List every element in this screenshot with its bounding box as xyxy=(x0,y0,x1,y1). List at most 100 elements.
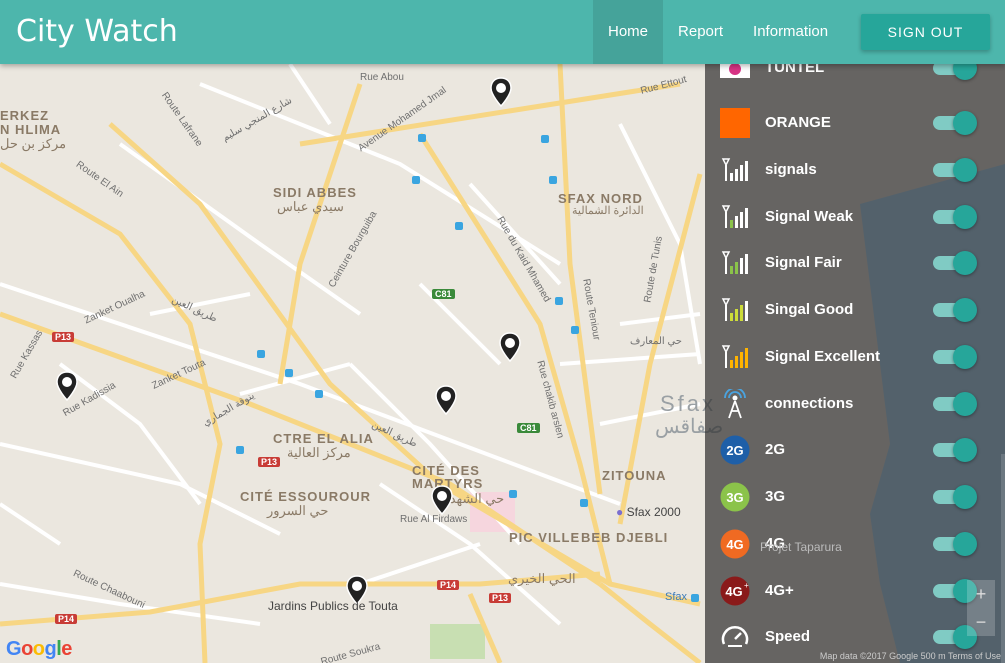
filter-toggle-signals[interactable] xyxy=(933,158,977,182)
zoom-in-button[interactable]: + xyxy=(967,580,995,608)
3g-icon: 3G xyxy=(720,482,750,512)
svg-text:2G: 2G xyxy=(726,443,743,458)
bus-stop-icon xyxy=(455,222,463,230)
map-marker-icon[interactable] xyxy=(431,485,453,515)
map-area-label-arabic: حي السرور xyxy=(267,503,329,518)
map-zoom-control: + − xyxy=(967,580,995,636)
filter-row-4g-plus: 4G + 4G+ xyxy=(705,571,1005,611)
toggle-knob xyxy=(953,205,977,229)
filter-toggle-signal-fair[interactable] xyxy=(933,251,977,275)
map-attribution[interactable]: Map data ©2017 Google 500 m Terms of Use xyxy=(820,651,1001,661)
filter-row-signal-excellent: Signal Excellent xyxy=(705,337,1005,377)
filter-label: Signal Excellent xyxy=(765,348,881,365)
road-badge: P13 xyxy=(489,593,512,603)
bus-stop-icon xyxy=(555,297,563,305)
map-area-label-arabic: سيدي عباس xyxy=(277,199,344,214)
filter-toggle-connections[interactable] xyxy=(933,392,977,416)
signal-fair-icon xyxy=(721,251,748,274)
filter-label: signals xyxy=(765,161,817,178)
filter-label: TUNTEL xyxy=(765,64,825,76)
poi-label: Sfax xyxy=(665,591,688,603)
bus-stop-icon xyxy=(315,390,323,398)
filter-label: 4G+ xyxy=(765,582,794,599)
filter-label: 3G xyxy=(765,488,786,505)
bus-stop-icon xyxy=(257,350,265,358)
filter-label: Singal Good xyxy=(765,301,854,318)
filter-label: Signal Fair xyxy=(765,254,842,271)
bus-stop-icon xyxy=(580,499,588,507)
top-navbar: City Watch Home Report Information SIGN … xyxy=(0,0,1005,64)
map-marker-icon[interactable] xyxy=(490,77,512,107)
4g-plus-icon: 4G + xyxy=(720,576,750,606)
nav-report-link[interactable]: Report xyxy=(663,0,738,64)
filter-row-orange: ORANGE xyxy=(705,103,1005,143)
map-area-label: SIDI ABBES xyxy=(273,185,357,200)
filter-row-signal-fair: Signal Fair xyxy=(705,243,1005,283)
2g-icon: 2G xyxy=(720,435,750,465)
filter-toggle-2g[interactable] xyxy=(933,438,977,462)
filter-toggle-signal-good[interactable] xyxy=(933,298,977,322)
road-badge: P14 xyxy=(437,580,460,590)
filter-row-3g: 3G 3G xyxy=(705,477,1005,517)
map-area-label: ERKEZ xyxy=(0,108,50,123)
toggle-knob xyxy=(953,251,977,275)
signal-weak-icon xyxy=(721,205,748,228)
google-logo[interactable]: Google xyxy=(6,638,72,661)
antenna-icon xyxy=(724,389,746,419)
svg-text:4G: 4G xyxy=(725,584,742,599)
map-marker-icon[interactable] xyxy=(435,385,457,415)
nav-information-link[interactable]: Information xyxy=(738,0,843,64)
road-badge: P14 xyxy=(55,614,78,624)
filter-toggle-orange[interactable] xyxy=(933,111,977,135)
map-area-label: BEB DJEBLI xyxy=(581,530,669,545)
signal-tower-icon xyxy=(721,158,748,181)
toggle-knob xyxy=(953,111,977,135)
filter-label: Speed xyxy=(765,628,811,645)
poi-label: ● Sfax 2000 xyxy=(616,505,681,519)
sign-out-button[interactable]: SIGN OUT xyxy=(861,14,990,50)
filter-label: Signal Weak xyxy=(765,208,854,225)
road-badge: P13 xyxy=(258,457,281,467)
bus-stop-icon xyxy=(285,369,293,377)
filter-toggle-signal-excellent[interactable] xyxy=(933,345,977,369)
filter-row-signal-good: Singal Good xyxy=(705,290,1005,330)
toggle-knob xyxy=(953,392,977,416)
tuntel-logo-icon xyxy=(720,64,750,78)
poi-label: Jardins Publics de Touta xyxy=(268,599,398,613)
filter-label: ORANGE xyxy=(765,114,831,131)
map-area-label-arabic: الدائرة الشمالية xyxy=(572,205,644,217)
toggle-knob xyxy=(953,64,977,80)
poi-label: Projet Taparura xyxy=(760,540,842,554)
filter-toggle-3g[interactable] xyxy=(933,485,977,509)
filter-toggle-4g[interactable] xyxy=(933,532,977,556)
svg-text:+: + xyxy=(744,581,749,590)
filter-row-4g: 4G 4G xyxy=(705,524,1005,564)
map-street-label: Rue Al Firdaws xyxy=(400,514,468,525)
filter-row-signal-weak: Signal Weak xyxy=(705,197,1005,237)
nav-links: Home Report Information xyxy=(593,0,843,64)
4g-icon: 4G xyxy=(720,529,750,559)
filter-toggle-tuntel[interactable] xyxy=(933,64,977,80)
toggle-knob xyxy=(953,298,977,322)
nav-home-link[interactable]: Home xyxy=(593,0,664,64)
filter-toggle-signal-weak[interactable] xyxy=(933,205,977,229)
map-street-label: حي المعارف xyxy=(630,336,682,347)
filter-label: connections xyxy=(765,395,854,412)
map-area-label-arabic: الحي الخيري xyxy=(508,571,576,586)
svg-text:3G: 3G xyxy=(726,490,743,505)
map-marker-icon[interactable] xyxy=(499,332,521,362)
signal-excellent-icon xyxy=(721,345,748,368)
map-area-label: PIC VILLE xyxy=(509,530,581,545)
filter-row-connections: connections xyxy=(705,384,1005,424)
poi-sfax-2000-label: Sfax 2000 xyxy=(626,505,681,519)
panel-scrollbar[interactable] xyxy=(1001,454,1005,663)
app-title[interactable]: City Watch xyxy=(16,14,178,49)
toggle-knob xyxy=(953,158,977,182)
road-badge: C81 xyxy=(517,423,540,433)
zoom-out-button[interactable]: − xyxy=(967,608,995,636)
map-marker-icon[interactable] xyxy=(56,371,78,401)
toggle-knob xyxy=(953,485,977,509)
layer-filter-panel: TUNTEL ORANGE signals Signal Weak Signal… xyxy=(705,64,1005,663)
svg-text:4G: 4G xyxy=(726,537,743,552)
bus-stop-icon xyxy=(412,176,420,184)
